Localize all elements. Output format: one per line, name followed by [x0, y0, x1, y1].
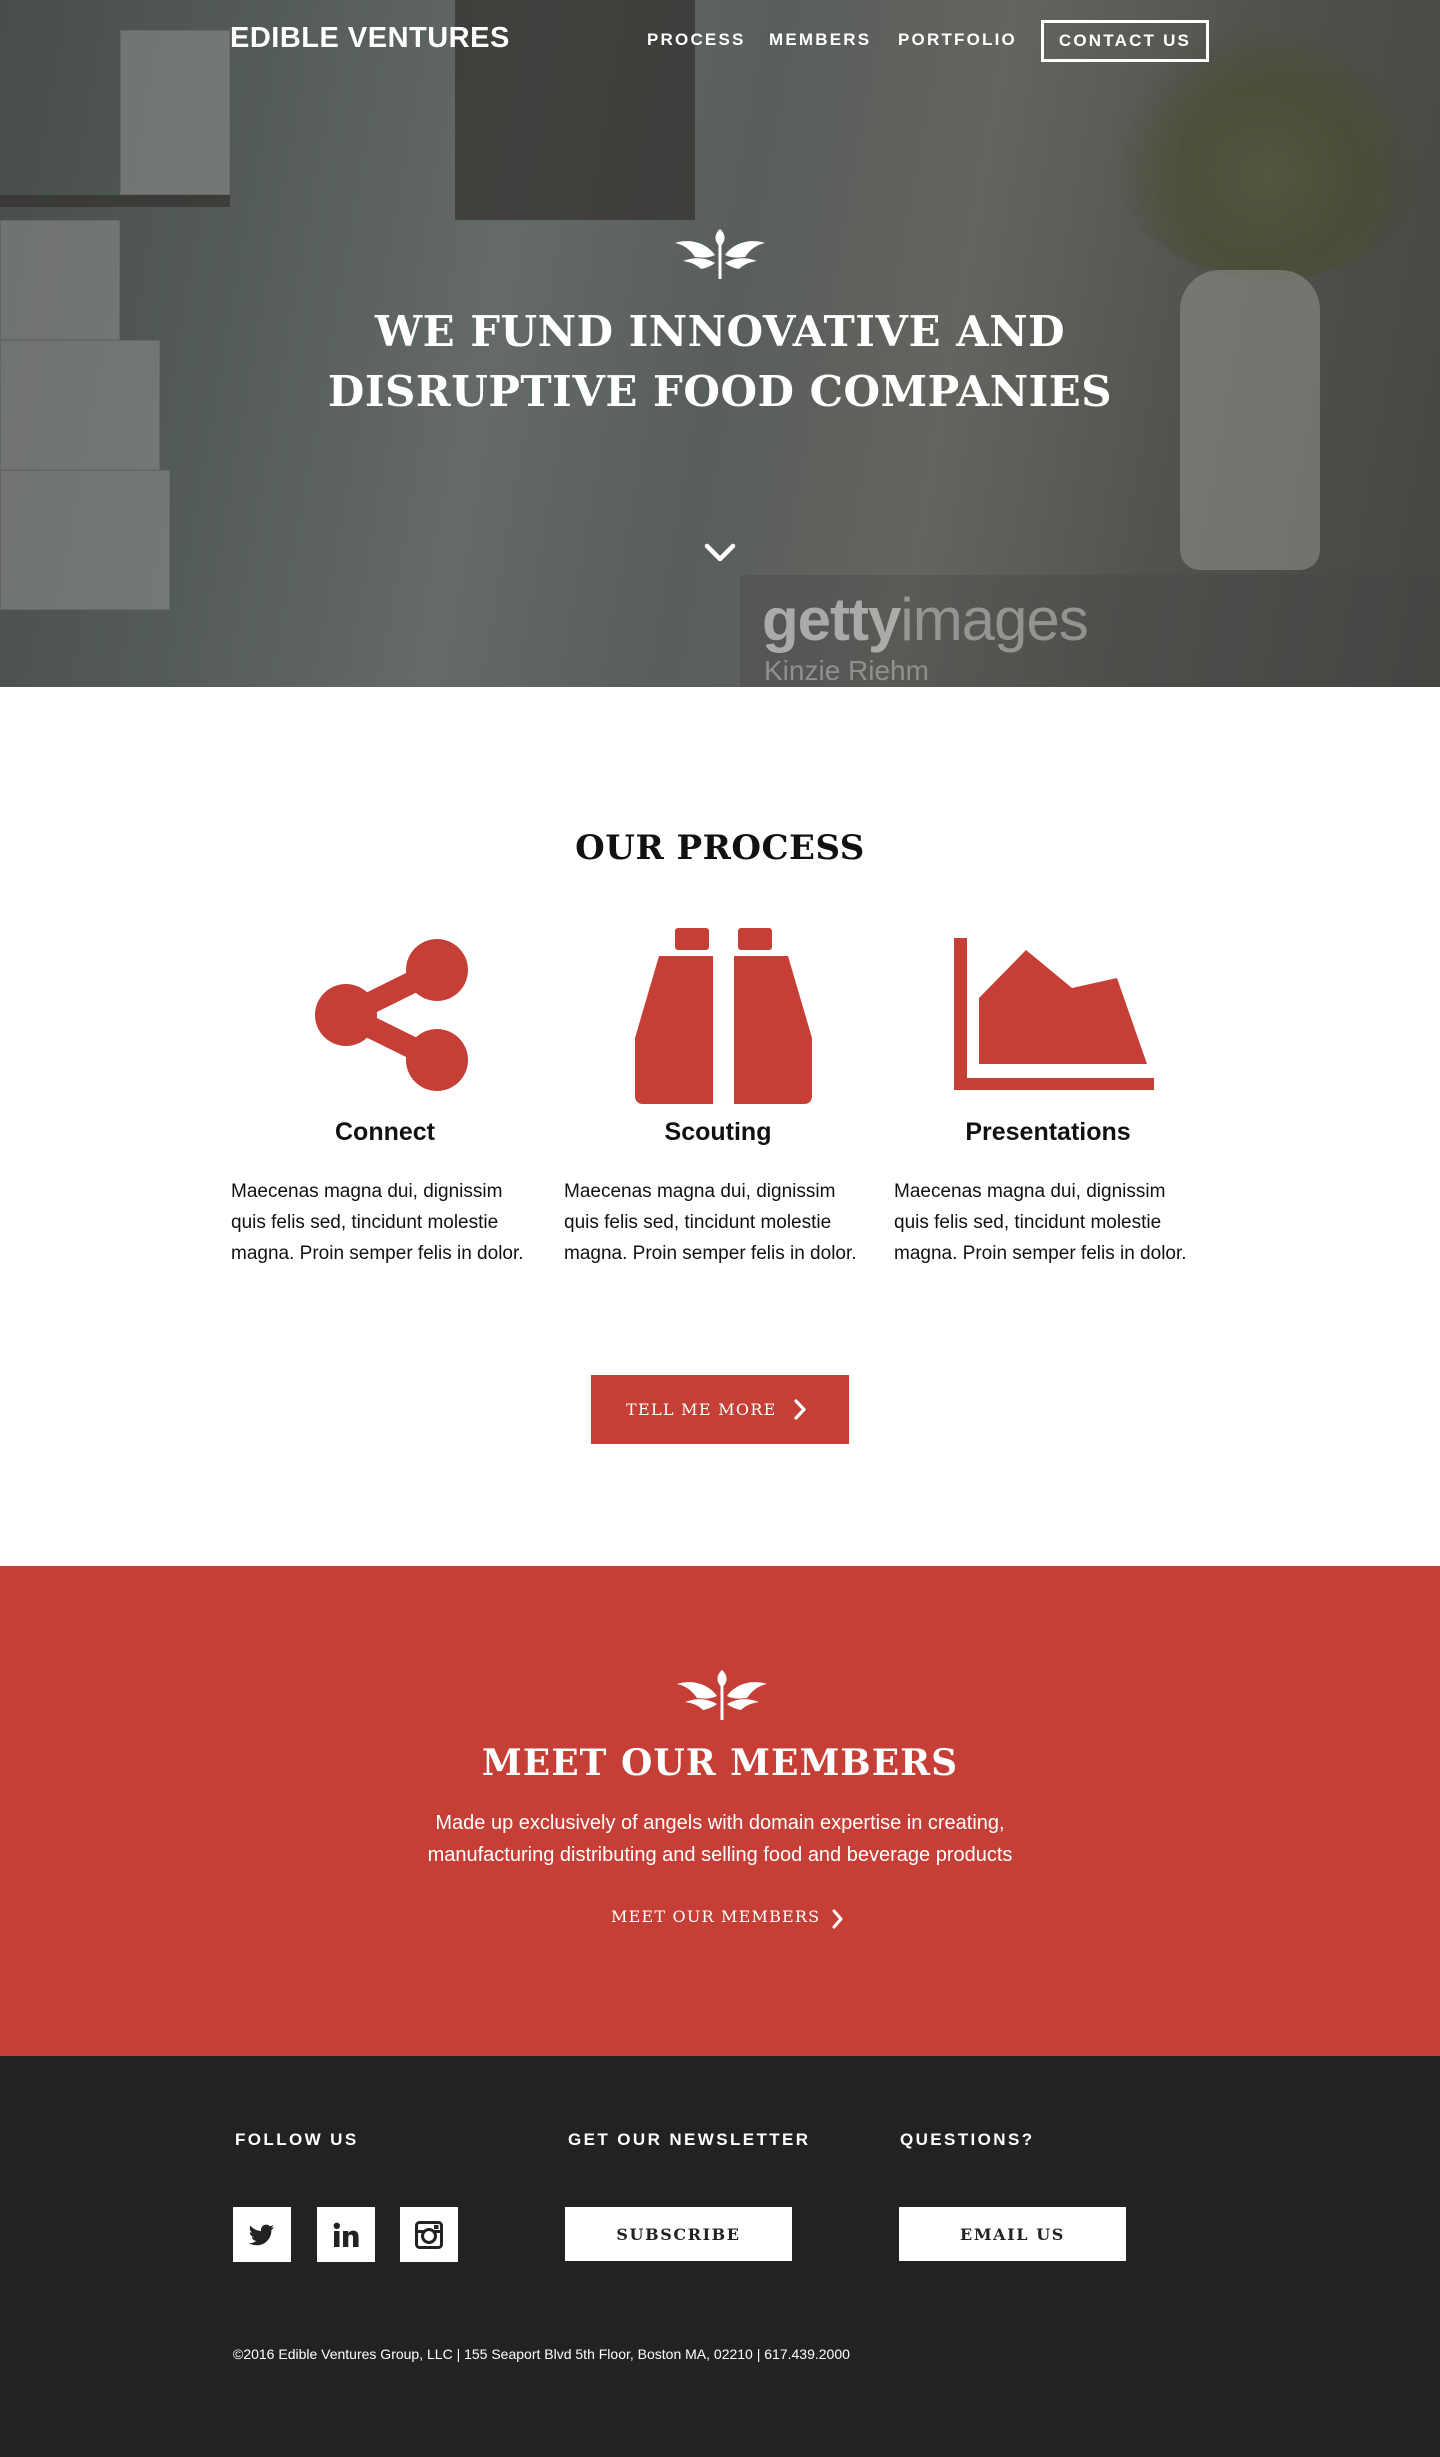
twitter-button[interactable] — [233, 2207, 291, 2262]
process-heading-connect: Connect — [335, 1118, 435, 1146]
linkedin-button[interactable] — [317, 2207, 375, 2262]
stock-watermark: gettyimages Kinzie Riehm — [740, 575, 1440, 687]
twitter-icon — [249, 2224, 274, 2245]
follow-us-heading: FOLLOW US — [235, 2130, 359, 2149]
meet-our-members-label: MEET OUR MEMBERS — [611, 1907, 821, 1926]
members-description: Made up exclusively of angels with domai… — [427, 1812, 1013, 1866]
instagram-icon — [415, 2220, 443, 2249]
process-heading-scouting: Scouting — [664, 1118, 772, 1146]
area-chart-icon — [954, 938, 1154, 1090]
questions-heading: QUESTIONS? — [900, 2130, 1035, 2149]
copyright-text: ©2016 Edible Ventures Group, LLC | 155 S… — [233, 2346, 850, 2362]
process-text-scouting: Maecenas magna dui, dignissim quis felis… — [564, 1181, 857, 1264]
watermark-brand: gettyimages — [762, 586, 1089, 653]
subscribe-button[interactable]: SUBSCRIBE — [565, 2207, 792, 2261]
contact-us-button[interactable]: CONTACT US — [1041, 20, 1209, 62]
newsletter-heading: GET OUR NEWSLETTER — [568, 2130, 811, 2149]
process-text-presentations: Maecenas magna dui, dignissim quis felis… — [894, 1181, 1187, 1264]
hero-section: gettyimages Kinzie Riehm EDIBLE VENTURES… — [0, 0, 1440, 687]
nav-members[interactable]: MEMBERS — [769, 30, 871, 50]
binoculars-icon — [635, 928, 812, 1104]
hero-title: WE FUND INNOVATIVE AND DISRUPTIVE FOOD C… — [327, 307, 1113, 416]
nav-portfolio[interactable]: PORTFOLIO — [898, 30, 1017, 50]
nav-process[interactable]: PROCESS — [647, 30, 746, 50]
email-us-button[interactable]: EMAIL US — [899, 2207, 1126, 2261]
site-logo[interactable]: EDIBLE VENTURES — [230, 22, 510, 55]
share-icon — [315, 939, 468, 1091]
top-navigation: EDIBLE VENTURES PROCESS MEMBERS PORTFOLI… — [0, 0, 1440, 80]
process-heading-presentations: Presentations — [965, 1118, 1131, 1146]
instagram-button[interactable] — [400, 2207, 458, 2262]
meet-our-members-link[interactable]: MEET OUR MEMBERS — [611, 1907, 843, 1933]
process-title: OUR PROCESS — [575, 828, 865, 868]
sprout-wings-icon — [675, 229, 765, 279]
members-title: MEET OUR MEMBERS — [481, 1742, 959, 1784]
chevron-down-icon[interactable] — [704, 542, 736, 564]
linkedin-icon — [333, 2222, 359, 2247]
watermark-credit: Kinzie Riehm — [764, 655, 929, 686]
chevron-right-icon — [832, 1909, 843, 1929]
tell-me-more-button[interactable]: TELL ME MORE — [591, 1375, 849, 1444]
members-section: MEET OUR MEMBERS Made up exclusively of … — [0, 1566, 1440, 2056]
tell-me-more-label: TELL ME MORE — [626, 1400, 777, 1419]
chevron-right-icon — [794, 1399, 806, 1420]
process-text-connect: Maecenas magna dui, dignissim quis felis… — [231, 1181, 524, 1264]
site-footer: FOLLOW US GET OUR NEWSLETTER QUESTIONS? … — [0, 2056, 1440, 2457]
sprout-wings-icon — [677, 1670, 767, 1720]
